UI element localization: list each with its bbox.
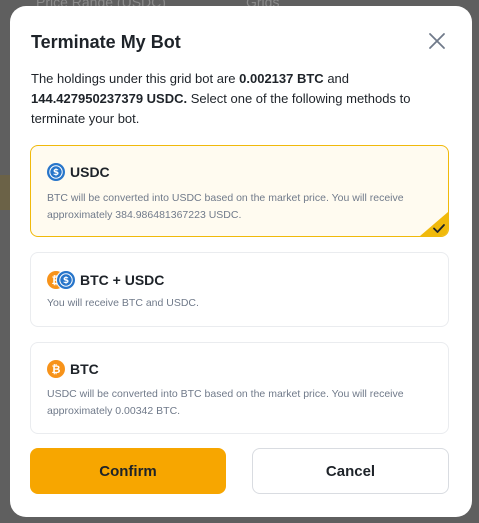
option-usdc[interactable]: $ USDC BTC will be converted into USDC b… — [30, 145, 449, 237]
description-prefix: The holdings under this grid bot are — [31, 71, 240, 86]
option-btc[interactable]: ₿ BTC USDC will be converted into BTC ba… — [30, 342, 449, 434]
selected-check-icon — [420, 212, 448, 236]
cancel-button[interactable]: Cancel — [252, 448, 449, 494]
terminate-bot-dialog: Terminate My Bot The holdings under this… — [10, 6, 472, 517]
btc-usdc-coin-pair-icon: ₿ $ — [47, 271, 75, 289]
btc-coin-icon: ₿ — [47, 360, 65, 378]
usdc-holding-amount: 144.427950237379 USDC. — [31, 91, 188, 106]
option-usdc-description: BTC will be converted into USDC based on… — [47, 192, 404, 221]
option-btc-title: BTC — [70, 361, 99, 377]
dialog-title: Terminate My Bot — [31, 32, 181, 52]
confirm-button[interactable]: Confirm — [30, 448, 226, 494]
dialog-description: The holdings under this grid bot are 0.0… — [31, 69, 451, 129]
option-btc-usdc-description: You will receive BTC and USDC. — [47, 297, 199, 309]
svg-text:$: $ — [63, 276, 69, 286]
btc-holding-amount: 0.002137 BTC — [239, 71, 324, 86]
usdc-coin-icon: $ — [57, 271, 75, 289]
option-btc-header: ₿ BTC — [47, 360, 99, 378]
description-middle: and — [323, 71, 350, 86]
usdc-coin-icon: $ — [47, 163, 65, 181]
svg-text:$: $ — [53, 168, 59, 178]
close-icon — [429, 33, 445, 49]
option-btc-usdc-title: BTC + USDC — [80, 272, 165, 288]
close-button[interactable] — [426, 30, 448, 52]
option-usdc-header: $ USDC — [47, 163, 110, 181]
option-usdc-title: USDC — [70, 164, 110, 180]
option-btc-usdc-header: ₿ $ BTC + USDC — [47, 271, 164, 289]
option-btc-description: USDC will be converted into BTC based on… — [47, 388, 404, 417]
option-btc-usdc[interactable]: ₿ $ BTC + USDC You will receive BTC and … — [30, 252, 449, 327]
